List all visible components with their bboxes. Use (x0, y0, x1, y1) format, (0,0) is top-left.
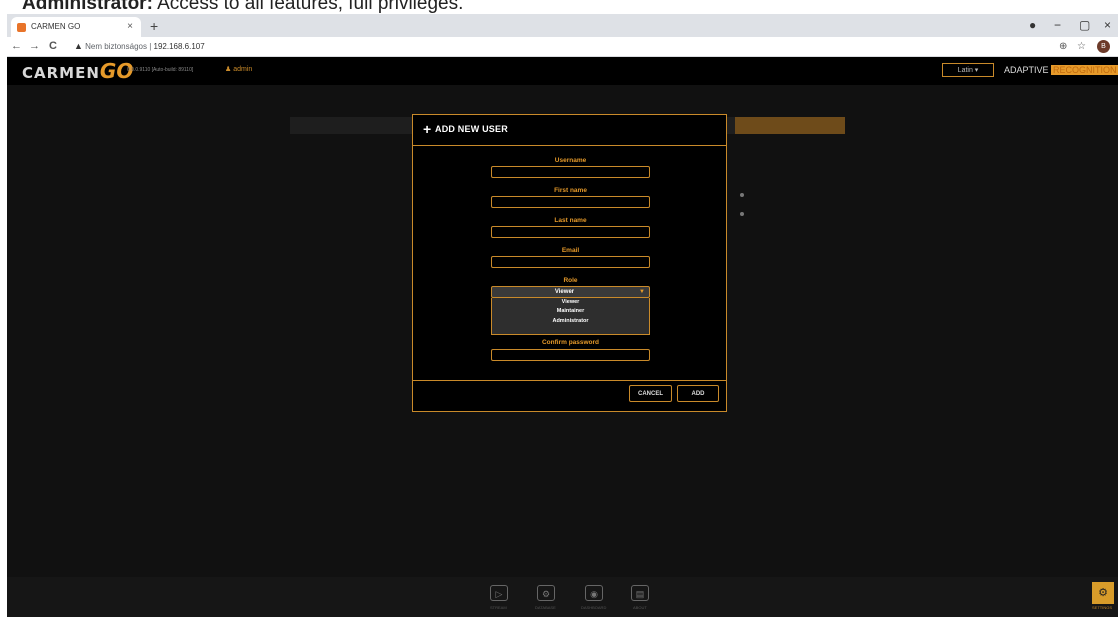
add-button[interactable]: ADD (677, 385, 719, 402)
minimize-icon[interactable]: − (1054, 16, 1061, 34)
role-option-viewer[interactable]: Viewer (492, 298, 649, 307)
caption-text: Access to all features, full privileges. (152, 0, 464, 14)
tab-close-icon[interactable]: × (127, 17, 133, 37)
favicon-icon (17, 23, 26, 32)
confirm-password-field[interactable] (491, 349, 650, 361)
row-dot (740, 193, 744, 197)
dialog-header: + ADD NEW USER (413, 115, 726, 146)
bottom-nav: ▷ STREAM ⚙ DATABASE ◉ DASHBOARD ▤ ABOUT … (7, 577, 1118, 617)
address-field[interactable]: ▲ Nem biztonságos | 192.168.6.107 (74, 37, 205, 56)
chevron-down-icon: ▼ (639, 289, 645, 295)
brand-logo: ADAPTIVE RECOGNITION (1004, 61, 1118, 79)
bottom-label-dashboard: DASHBOARD (581, 605, 607, 610)
address-bar-row: ← → C ▲ Nem biztonságos | 192.168.6.107 … (7, 37, 1118, 57)
reload-icon[interactable]: C (49, 37, 57, 56)
maximize-icon[interactable]: ▢ (1079, 16, 1090, 34)
role-option-administrator[interactable]: Administrator (492, 317, 649, 326)
tab-bar: CARMEN GO × + ● − ▢ × (7, 14, 1118, 37)
dashboard-icon[interactable]: ◉ (585, 585, 603, 601)
email-label: Email (561, 247, 580, 254)
bottom-label-about: ABOUT (633, 605, 647, 610)
language-select[interactable]: Latin ▾ (942, 63, 994, 77)
app-header: CARMENGO 0.0.0.9110 [Auto-build: 89110] … (7, 57, 1118, 85)
firstname-field[interactable] (491, 196, 650, 208)
bottom-label-settings: SETTINGS (1092, 605, 1113, 610)
dialog-footer-divider (413, 380, 726, 381)
app-viewport: CARMENGO 0.0.0.9110 [Auto-build: 89110] … (7, 57, 1118, 617)
back-icon[interactable]: ← (11, 37, 22, 56)
role-select[interactable]: Viewer ▼ (491, 286, 650, 298)
app-logo: CARMENGO (22, 60, 133, 84)
settings-icon[interactable]: ⚙ (1092, 582, 1114, 604)
plus-icon: + (423, 121, 432, 137)
username-field[interactable] (491, 166, 650, 178)
forward-icon[interactable]: → (29, 37, 40, 56)
current-user[interactable]: ♟ admin (225, 65, 252, 73)
brand-right: RECOGNITION (1051, 65, 1118, 75)
language-value: Latin (957, 67, 973, 74)
window-close-icon[interactable]: × (1104, 16, 1111, 34)
tab-title: CARMEN GO (31, 22, 81, 31)
database-icon[interactable]: ⚙ (537, 585, 555, 601)
dialog-title: ADD NEW USER (435, 124, 508, 134)
bottom-label-stream: STREAM (490, 605, 507, 610)
subnav-active-tab[interactable] (735, 117, 845, 134)
role-selected-value: Viewer (554, 289, 575, 295)
username-label: Username (554, 157, 587, 164)
cancel-button[interactable]: CANCEL (629, 385, 672, 402)
role-dropdown-list: Viewer Maintainer Administrator (491, 298, 650, 335)
browser-tab[interactable]: CARMEN GO × (11, 17, 141, 37)
browser-window: CARMEN GO × + ● − ▢ × ← → C ▲ Nem bizton… (7, 14, 1118, 617)
address-separator: | (149, 42, 152, 51)
logo-text: CARMEN (22, 64, 100, 82)
firstname-label: First name (554, 187, 587, 194)
bottom-label-database: DATABASE (535, 605, 556, 610)
role-label: Role (563, 277, 578, 284)
stream-icon[interactable]: ▷ (490, 585, 508, 601)
bookmark-star-icon[interactable]: ☆ (1077, 37, 1086, 56)
page-caption: Administrator: Access to all features, f… (0, 0, 463, 14)
brand-left: ADAPTIVE (1004, 65, 1049, 75)
email-field[interactable] (491, 256, 650, 268)
new-tab-icon[interactable]: + (150, 17, 158, 35)
row-dot (740, 212, 744, 216)
profile-menu-icon[interactable]: ● (1029, 16, 1036, 34)
confirm-password-label: Confirm password (541, 339, 600, 346)
security-status: Nem biztonságos (85, 42, 147, 51)
zoom-icon[interactable]: ⊕ (1059, 37, 1067, 56)
role-option-maintainer[interactable]: Maintainer (492, 307, 649, 316)
user-icon: ♟ (225, 66, 232, 73)
warning-icon: ▲ (74, 41, 83, 51)
url-text: 192.168.6.107 (153, 42, 205, 51)
version-text: 0.0.0.9110 [Auto-build: 89110] (127, 67, 194, 73)
username-text: admin (233, 66, 253, 73)
about-icon[interactable]: ▤ (631, 585, 649, 601)
profile-avatar[interactable]: B (1097, 40, 1110, 53)
lastname-field[interactable] (491, 226, 650, 238)
lastname-label: Last name (554, 217, 587, 224)
caption-bold: Administrator: (22, 0, 153, 14)
add-user-dialog: + ADD NEW USER Username First name Last … (412, 114, 727, 412)
